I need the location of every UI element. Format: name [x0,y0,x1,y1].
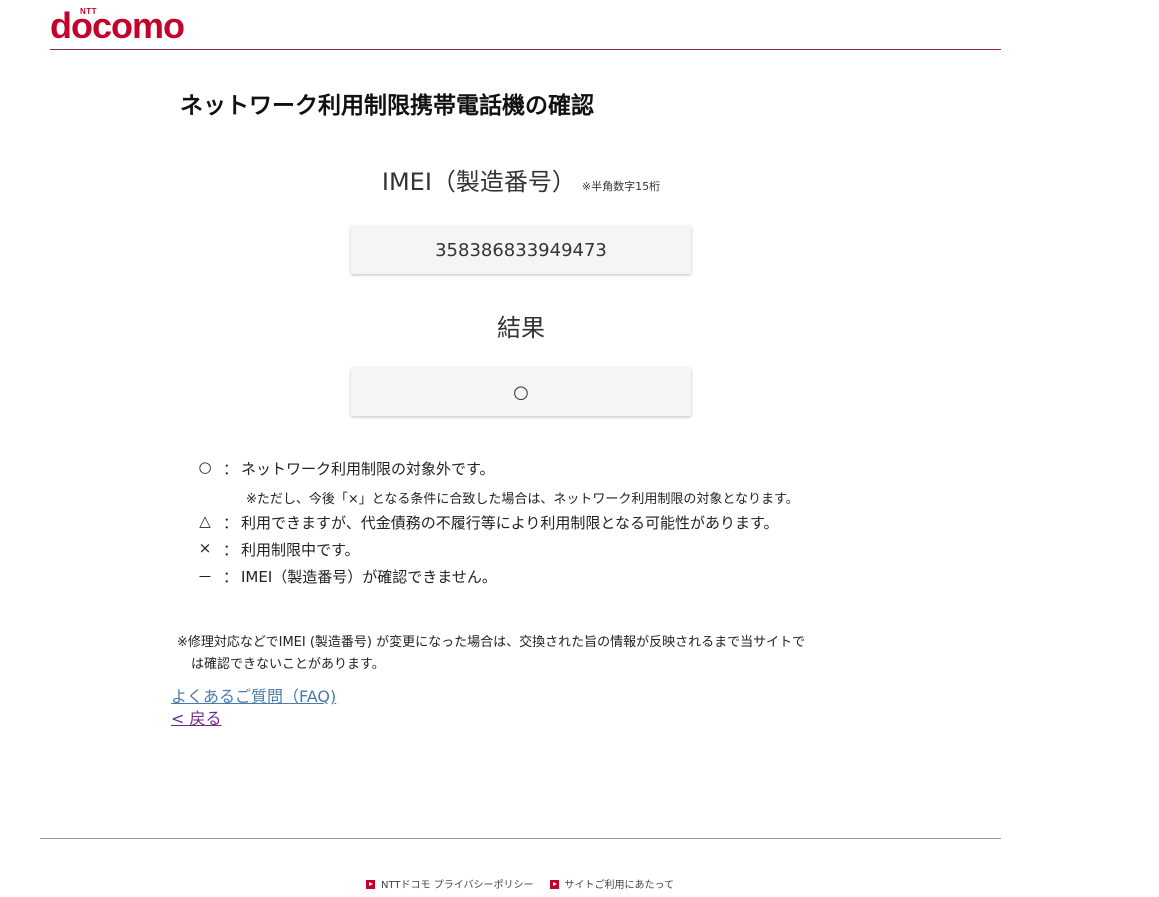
logo-ntt-mark: NTT [80,7,98,16]
legend-colon: ： [223,514,239,532]
faq-link[interactable]: よくあるご質問（FAQ) [171,683,336,707]
repair-note: ※修理対応などでIMEI (製造番号) が変更になった場合は、交換された旨の情報… [177,632,877,676]
legend-symbol: － [197,568,213,586]
imei-value-box: 358386833949473 [351,226,691,274]
imei-label-row: IMEI（製造番号） ※半角数字15桁 [0,162,1042,197]
legend-colon: ： [223,460,239,478]
legend-text: 利用できますが、代金債務の不履行等により利用制限となる可能性があります。 [241,514,779,532]
legend-symbol: ○ [198,458,212,476]
legend-symbol: △ [199,512,211,530]
privacy-policy-link[interactable]: NTTドコモ プライバシーポリシー [366,876,534,891]
legend-colon: ： [223,568,239,586]
imei-label: IMEI（製造番号） [381,168,576,196]
site-terms-label: サイトご利用にあたって [564,880,675,891]
footer-links: NTTドコモ プライバシーポリシー サイトご利用にあたって [366,876,690,891]
back-link[interactable]: < 戻る [171,705,222,729]
legend-text: IMEI（製造番号）が確認できません。 [241,568,497,586]
legend-colon: ： [223,541,239,559]
legend-sub-note-text: ※ただし、今後「×」となる条件に合致した場合は、ネットワーク利用制限の対象となり… [246,492,799,507]
arrow-right-icon [366,880,375,889]
arrow-right-icon [549,880,559,889]
privacy-policy-label: NTTドコモ プライバシーポリシー [381,880,534,891]
repair-note-line2: は確認できないことがあります。 [191,657,385,672]
result-label: 結果 [497,314,545,342]
result-value-box: ○ [351,368,691,416]
header-divider [50,49,1001,50]
repair-note-line1: ※修理対応などでIMEI (製造番号) が変更になった場合は、交換された旨の情報… [177,635,806,650]
logo-wordmark: docomo [50,5,185,46]
imei-note: ※半角数字15桁 [581,180,661,193]
footer-divider [40,838,1001,839]
page-title: ネットワーク利用制限携帯電話機の確認 [180,93,594,119]
result-value: ○ [513,381,529,403]
docomo-logo[interactable]: docomo NTT [50,4,200,46]
site-terms-link[interactable]: サイトご利用にあたって [549,876,675,891]
legend-text: ネットワーク利用制限の対象外です。 [241,460,495,478]
legend-symbol: × [198,539,212,557]
imei-value: 358386833949473 [435,239,607,261]
page: docomo NTT ネットワーク利用制限携帯電話機の確認 IMEI（製造番号）… [0,0,1159,897]
legend-text: 利用制限中です。 [241,541,360,559]
